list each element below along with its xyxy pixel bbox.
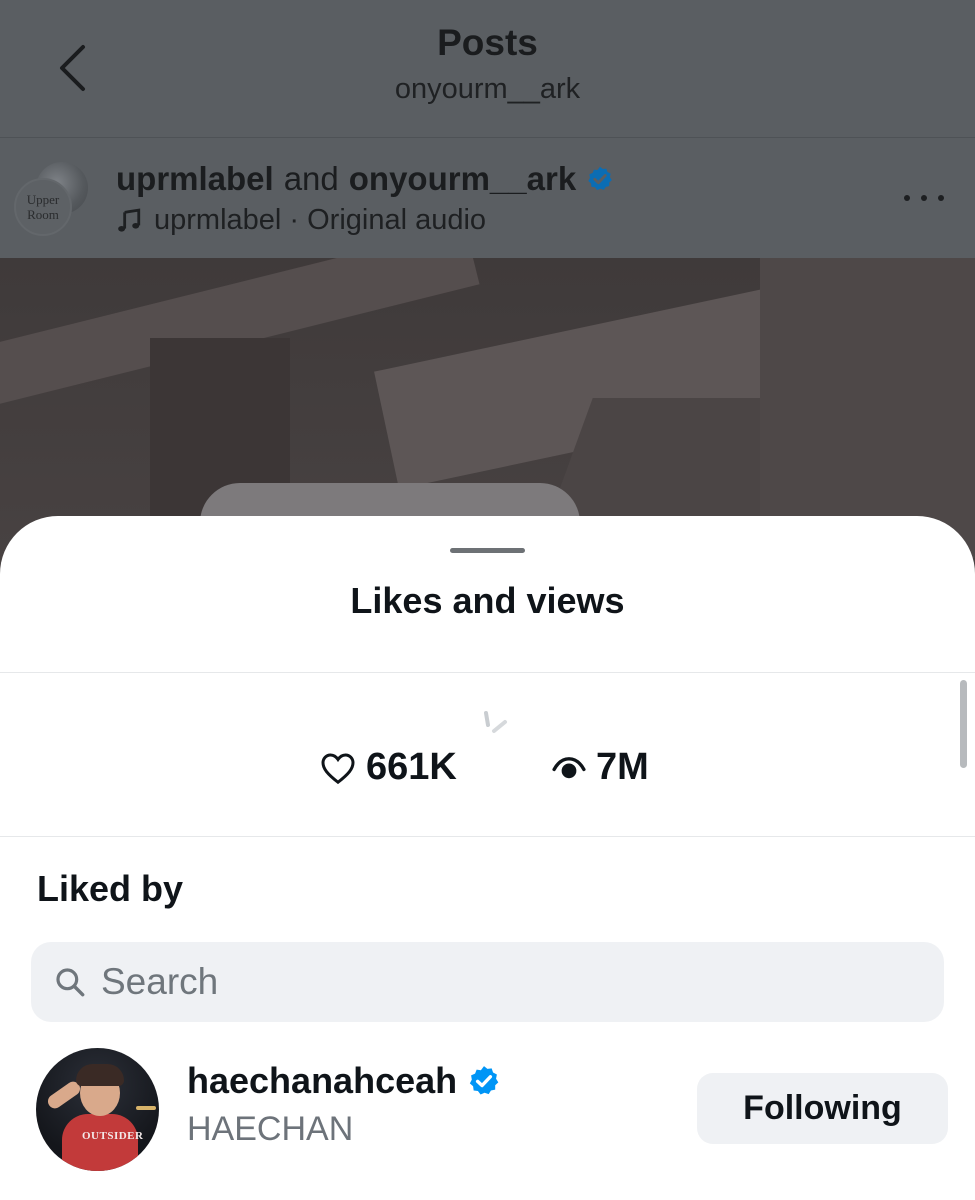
avatar[interactable]: OUTSIDER <box>36 1048 159 1171</box>
page-subtitle: onyourm__ark <box>394 73 581 105</box>
loading-spinner-icon <box>484 711 507 733</box>
views-count: 7M <box>596 746 649 788</box>
sheet-grabber-handle[interactable] <box>450 548 525 553</box>
avatar-logo-text-line2: Room <box>27 207 59 222</box>
user-handle-row: haechanahceah <box>187 1060 501 1102</box>
uprmlabel-avatar: Upper Room <box>14 178 72 236</box>
user-handle[interactable]: haechanahceah <box>187 1060 457 1102</box>
post-authors: uprmlabel and onyourm__ark <box>116 160 614 198</box>
collab-avatar-stack[interactable]: Upper Room <box>14 162 90 238</box>
author-secondary-link[interactable]: onyourm__ark <box>349 160 576 198</box>
more-horizontal-icon-dot <box>904 195 910 201</box>
likes-and-views-sheet: Likes and views 661K 7M Liked by Search … <box>0 516 975 1200</box>
avatar-photo-detail <box>136 1106 156 1110</box>
page-title: Posts <box>437 22 538 63</box>
list-item[interactable]: OUTSIDER haechanahceah HAECHAN Following <box>0 1042 975 1172</box>
divider <box>0 836 975 837</box>
top-navigation-bar: Posts onyourm__ark <box>0 0 975 138</box>
video-frame-shape <box>760 258 975 558</box>
sheet-title: Likes and views <box>350 580 625 621</box>
following-button[interactable]: Following <box>697 1073 948 1144</box>
divider <box>0 672 975 673</box>
author-joiner: and <box>283 160 339 197</box>
more-horizontal-icon-dot <box>938 195 944 201</box>
avatar-photo-detail <box>62 1114 138 1171</box>
likes-stat: 661K <box>320 746 457 789</box>
search-input[interactable] <box>101 961 881 1003</box>
search-icon <box>53 965 87 999</box>
post-header: Upper Room uprmlabel and onyourm__ark up… <box>0 138 975 258</box>
music-note-icon <box>118 208 141 232</box>
avatar-logo-text-line1: Upper <box>26 192 60 207</box>
search-bar[interactable] <box>31 942 944 1022</box>
audio-label: uprmlabel · Original audio <box>154 204 487 236</box>
user-display-name: HAECHAN <box>187 1110 354 1148</box>
liked-by-heading: Liked by <box>37 868 184 909</box>
more-options-button[interactable] <box>904 186 944 210</box>
heart-outline-icon <box>321 752 355 784</box>
verified-badge-icon <box>588 166 612 191</box>
verified-badge-icon <box>469 1066 499 1095</box>
avatar-shirt-text: OUTSIDER <box>82 1130 144 1142</box>
more-horizontal-icon-dot <box>921 195 927 201</box>
author-primary-link[interactable]: uprmlabel <box>116 160 274 198</box>
stats-row: 661K 7M <box>0 746 975 796</box>
likes-count: 661K <box>366 746 457 788</box>
views-stat: 7M <box>552 746 649 789</box>
eye-icon <box>552 756 586 778</box>
avatar-photo-detail <box>76 1064 124 1086</box>
audio-info[interactable]: uprmlabel · Original audio <box>116 204 486 237</box>
